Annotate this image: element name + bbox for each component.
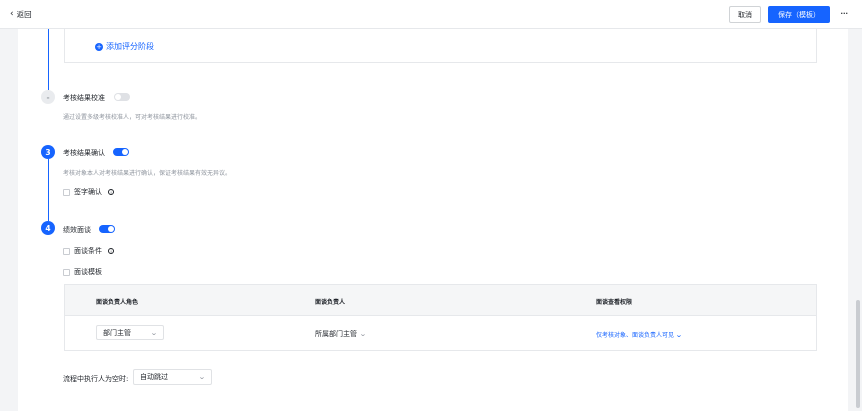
process-settings-panel [18,29,848,411]
step-description-confirmation: 考核对象本人对考核结果进行确认，保证考核结果有效无异议。 [63,170,232,177]
add-scoring-stage-label: 添加评分阶段 [106,42,154,51]
checkbox-label: 面谈条件 [74,247,102,255]
chevron-down-icon: ⌄ [150,328,158,337]
cancel-button[interactable]: 取消 [729,6,761,23]
chevron-down-icon: ⌄ [198,373,206,381]
role-select-value: 部门主管 [103,328,131,337]
permission-value: 仅考核对象、面谈负责人可见 [596,332,675,339]
back-label: 返回 [16,10,32,19]
owner-value: 所属部门主管 [315,330,357,338]
permission-dropdown[interactable]: 仅考核对象、面谈负责人可见 ⌄ [596,330,683,340]
scoring-stage-box [64,29,817,63]
step-indicator-interview: 4 [41,221,55,235]
signature-confirm-checkbox[interactable]: 签字确认 i [63,187,114,197]
checkbox-box[interactable] [63,247,70,255]
step-indicator-calibration: - [41,90,55,104]
interview-template-checkbox[interactable]: 面谈模板 [63,267,102,277]
step-title-calibration: 考核结果校准 [63,94,105,102]
step-indicator-confirmation: 3 [41,145,55,159]
timeline-line [48,159,49,221]
owner-dropdown[interactable]: 所属部门主管 ⌄ [315,329,367,339]
more-options-icon[interactable]: ··· [840,7,848,20]
empty-executor-select[interactable]: 自动跳过 ⌄ [133,369,212,385]
info-icon[interactable]: i [108,189,114,195]
back-button[interactable]: ‹ 返回 [10,9,32,20]
add-scoring-stage-link[interactable]: + 添加评分阶段 [95,41,154,52]
step-title-confirmation: 考核结果确认 [63,149,105,157]
save-template-button[interactable]: 保存（模板） [768,6,830,23]
plus-circle-icon: + [95,42,103,51]
empty-executor-label: 流程中执行人为空时: [63,375,129,383]
top-bar: ‹ 返回 取消 保存（模板） ··· [0,0,862,29]
column-header-permission: 面谈查看权限 [596,299,633,306]
confirmation-toggle[interactable] [113,148,129,156]
calibration-toggle[interactable] [114,93,130,101]
role-select[interactable]: 部门主管 ⌄ [96,325,164,340]
timeline-line [48,29,49,90]
checkbox-label: 签字确认 [74,188,102,196]
table-header: 面谈负责人角色 面谈负责人 面谈查看权限 [65,285,816,316]
interview-table: 面谈负责人角色 面谈负责人 面谈查看权限 部门主管 ⌄ 所属部门主管 ⌄ 仅考核… [64,284,817,351]
chevron-down-icon: ⌄ [675,330,683,339]
checkbox-box[interactable] [63,188,70,196]
checkbox-label: 面谈模板 [74,268,102,276]
empty-executor-value: 自动跳过 [140,373,168,381]
step-title-interview: 绩效面谈 [63,226,91,234]
column-header-owner: 面谈负责人 [315,299,346,306]
chevron-down-icon: ⌄ [359,330,367,338]
interview-toggle[interactable] [99,225,115,233]
chevron-left-icon: ‹ [10,9,14,19]
column-header-role: 面谈负责人角色 [96,299,139,306]
scrollbar-thumb[interactable] [856,300,860,408]
interview-condition-checkbox[interactable]: 面谈条件 i [63,246,114,256]
info-icon[interactable]: i [108,248,114,254]
checkbox-box[interactable] [63,268,70,276]
step-description-calibration: 通过设置多级考核校准人，可对考核结果进行校准。 [63,114,202,121]
